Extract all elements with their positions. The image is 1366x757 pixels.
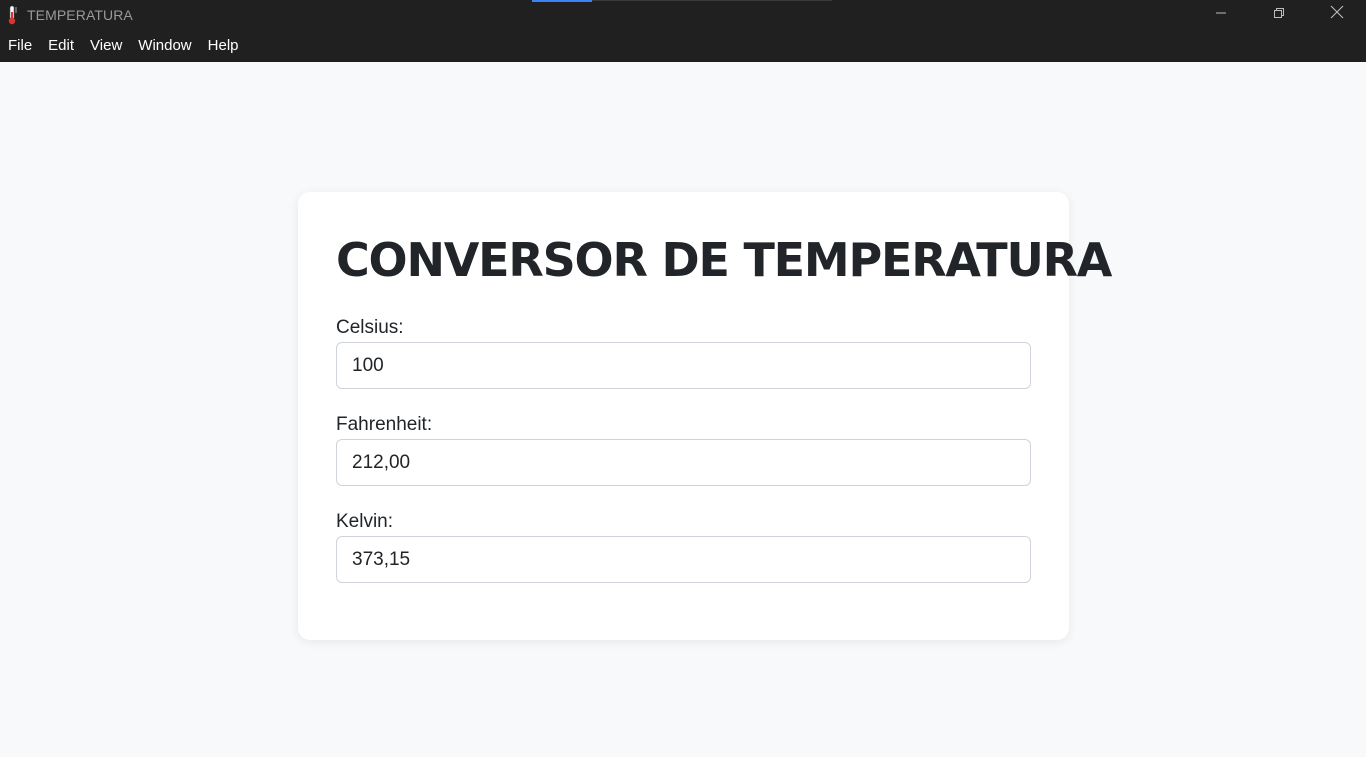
menu-help[interactable]: Help [200, 29, 247, 62]
restore-button[interactable] [1250, 0, 1308, 29]
close-icon [1330, 5, 1344, 24]
minimize-icon [1215, 6, 1227, 24]
restore-icon [1273, 6, 1285, 24]
menu-window[interactable]: Window [130, 29, 199, 62]
celsius-input[interactable]: 100 [336, 342, 1031, 389]
menu-bar: File Edit View Window Help [0, 29, 1366, 62]
kelvin-label: Kelvin: [336, 511, 394, 532]
menu-file[interactable]: File [0, 29, 40, 62]
title-divider-strip [592, 0, 832, 1]
title-bar: TEMPERATURA [0, 0, 1366, 29]
celsius-label: Celsius: [336, 317, 404, 338]
kelvin-input[interactable]: 373,15 [336, 536, 1031, 583]
celsius-field-group: Celsius: 100 [336, 316, 1031, 389]
menu-edit[interactable]: Edit [40, 29, 82, 62]
fahrenheit-input[interactable]: 212,00 [336, 439, 1031, 486]
page-title: CONVERSOR DE TEMPERATURA [336, 233, 1112, 287]
window-title: TEMPERATURA [27, 6, 133, 23]
close-button[interactable] [1308, 0, 1366, 29]
minimize-button[interactable] [1192, 0, 1250, 29]
fahrenheit-label: Fahrenheit: [336, 414, 433, 435]
menu-view[interactable]: View [82, 29, 130, 62]
converter-card: CONVERSOR DE TEMPERATURA Celsius: 100 Fa… [298, 192, 1112, 640]
kelvin-field-group: Kelvin: 373,15 [336, 510, 1031, 583]
title-accent-strip [532, 0, 592, 2]
fahrenheit-field-group: Fahrenheit: 212,00 [336, 413, 1031, 486]
window-controls [1192, 0, 1366, 29]
thermometer-icon [2, 0, 22, 29]
